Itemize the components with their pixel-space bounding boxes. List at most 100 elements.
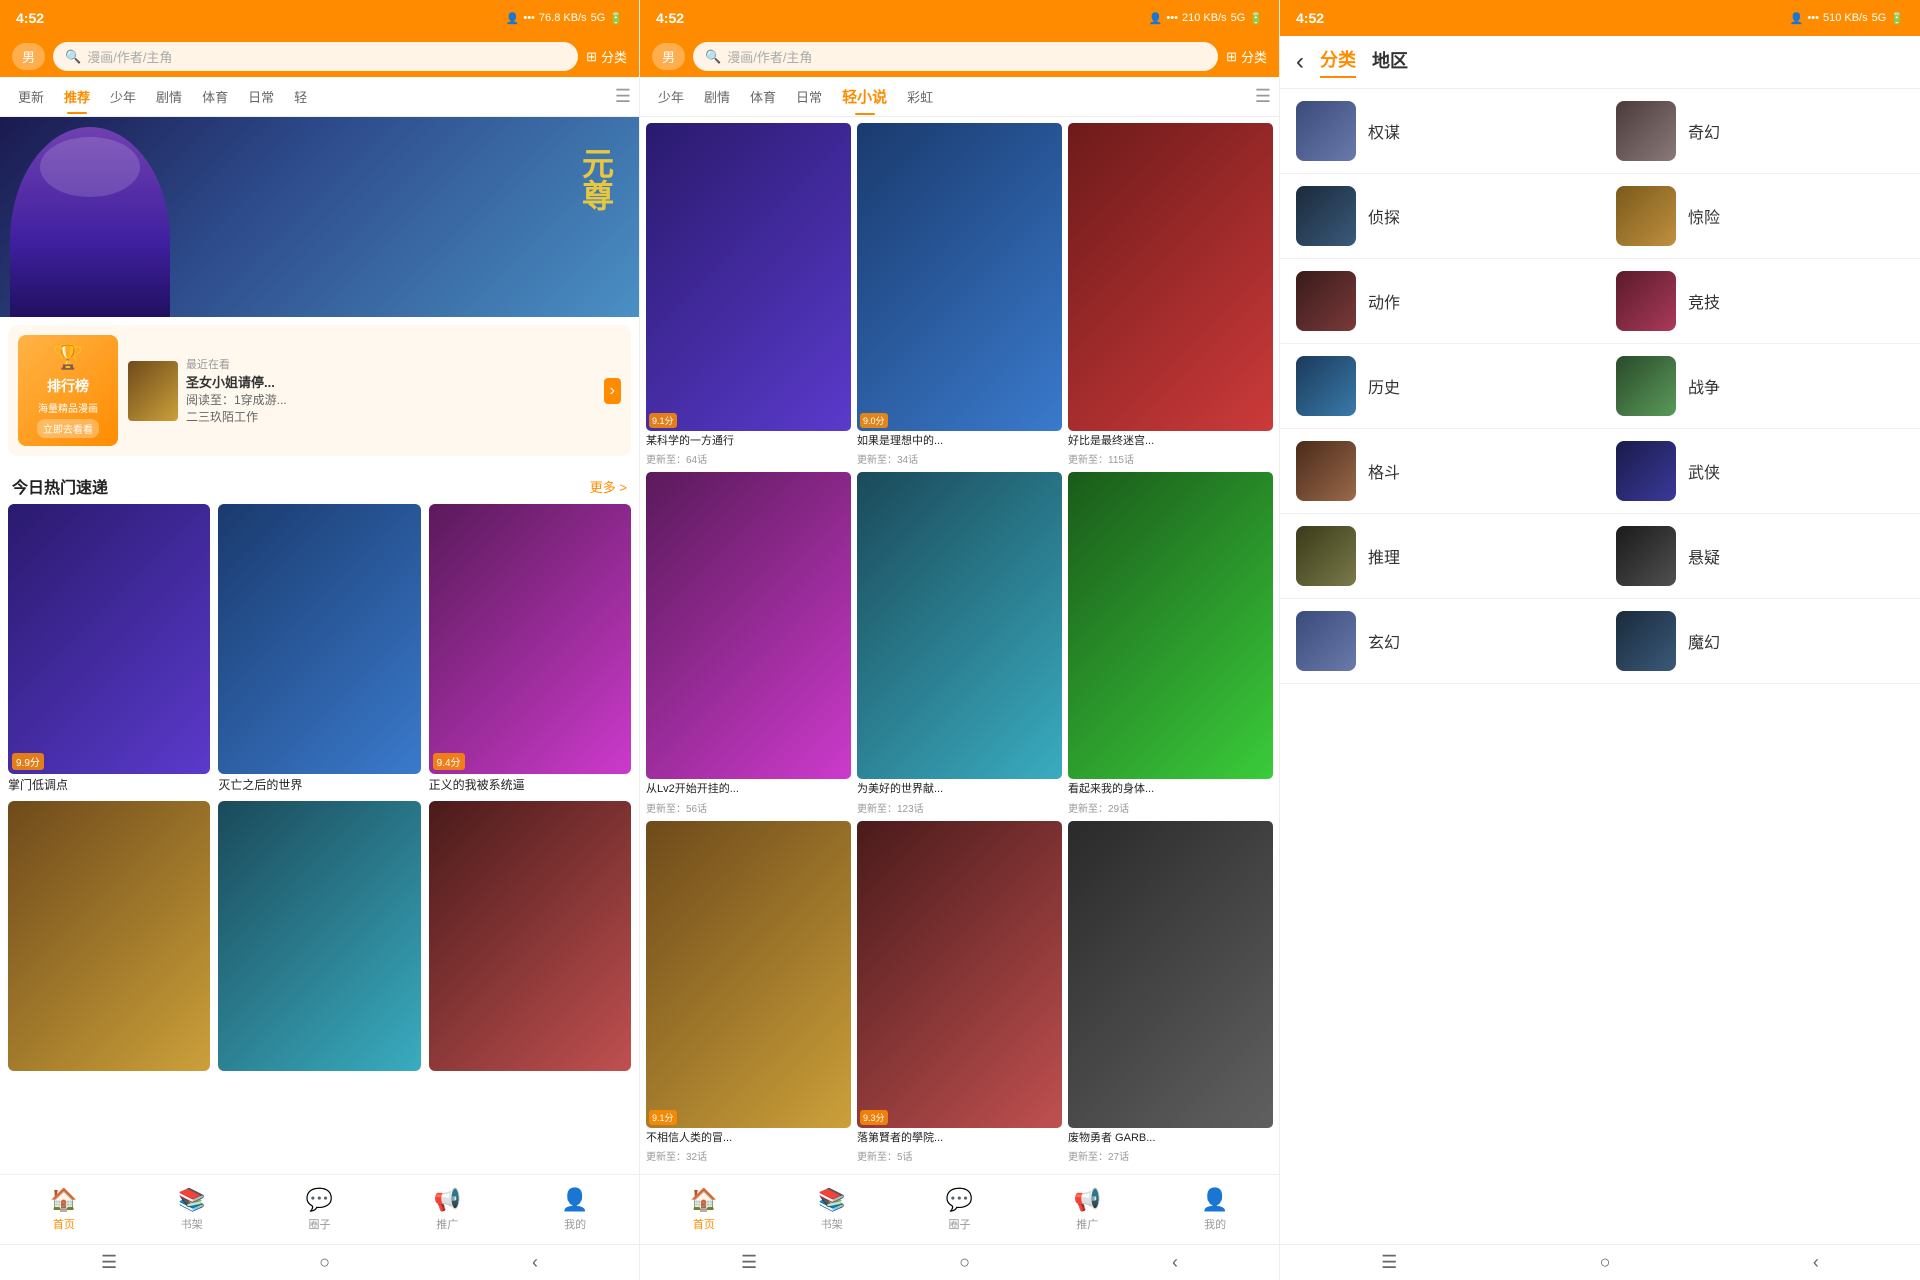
tab-drama[interactable]: 剧情: [146, 79, 192, 114]
cat-item-8[interactable]: 格斗: [1280, 429, 1600, 514]
ml-card-6[interactable]: 9.1分 不相信人类的冒... 更新至：32话: [646, 821, 851, 1164]
cat-item-7[interactable]: 战争: [1600, 344, 1920, 429]
cat-item-9[interactable]: 武侠: [1600, 429, 1920, 514]
tab-daily[interactable]: 日常: [238, 79, 284, 114]
tab-youth[interactable]: 少年: [100, 79, 146, 114]
recent-info-1: 最近在看 圣女小姐请停... 阅读至：1穿成游... 二三玖陌工作: [186, 356, 596, 425]
cat-item-6[interactable]: 历史: [1280, 344, 1600, 429]
tab2-light-novel[interactable]: 轻小说: [832, 78, 897, 115]
search-icon-1: 🔍: [65, 49, 81, 65]
cat-label-5: 竞技: [1688, 289, 1720, 313]
nav-more-icon-1[interactable]: ☰: [615, 86, 631, 107]
cat-label-10: 推理: [1368, 544, 1400, 568]
gender-button-1[interactable]: 男: [12, 43, 45, 70]
nav-promo-1[interactable]: 📢 推广: [434, 1187, 461, 1232]
ml-title-0: 某科学的一方通行: [646, 434, 851, 448]
sys-menu-3[interactable]: ☰: [1381, 1252, 1397, 1273]
avatar-icon-3: 👤: [1790, 12, 1804, 25]
manga-card-2[interactable]: 9.4分 正义的我被系统逼: [429, 504, 631, 793]
tab-update[interactable]: 更新: [8, 79, 54, 114]
tab2-sports[interactable]: 体育: [740, 79, 786, 114]
ml-card-1[interactable]: 9.0分 如果是理想中的... 更新至：34话: [857, 123, 1062, 466]
nav-profile-label-1: 我的: [564, 1216, 586, 1232]
manga-card-4[interactable]: [218, 801, 420, 1075]
search-bar-1[interactable]: 🔍 漫画/作者/主角: [53, 42, 578, 71]
nav-profile-2[interactable]: 👤 我的: [1201, 1187, 1228, 1232]
cat-item-10[interactable]: 推理: [1280, 514, 1600, 599]
ranking-btn-1[interactable]: 立即去看看: [37, 419, 99, 438]
nav-home-2[interactable]: 🏠 首页: [690, 1187, 717, 1232]
tab2-drama[interactable]: 剧情: [694, 79, 740, 114]
tab-recommend[interactable]: 推荐: [54, 79, 100, 114]
cat-label-11: 悬疑: [1688, 544, 1720, 568]
ml-score-6: 9.1分: [649, 1110, 677, 1125]
ml-card-4[interactable]: 为美好的世界献... 更新至：123话: [857, 472, 1062, 815]
cat-item-2[interactable]: 侦探: [1280, 174, 1600, 259]
ml-thumb-bg-5: [1068, 472, 1273, 780]
nav-bookshelf-1[interactable]: 📚 书架: [178, 1187, 205, 1232]
arrow-badge-1[interactable]: ›: [604, 378, 621, 404]
ml-thumb-6: 9.1分: [646, 821, 851, 1129]
time-2: 4:52: [656, 10, 684, 26]
cat-thumb-11: [1616, 526, 1676, 586]
manga-card-5[interactable]: [429, 801, 631, 1075]
cat-item-4[interactable]: 动作: [1280, 259, 1600, 344]
cat-item-12[interactable]: 玄幻: [1280, 599, 1600, 684]
nav-profile-1[interactable]: 👤 我的: [561, 1187, 588, 1232]
ml-card-7[interactable]: 9.3分 落第賢者的學院... 更新至：5话: [857, 821, 1062, 1164]
cat-item-3[interactable]: 惊险: [1600, 174, 1920, 259]
sys-back-2[interactable]: ‹: [1172, 1252, 1178, 1273]
system-nav-2: ☰ ○ ‹: [640, 1244, 1279, 1280]
ml-thumb-7: 9.3分: [857, 821, 1062, 1129]
cat-item-11[interactable]: 悬疑: [1600, 514, 1920, 599]
nav-circle-1[interactable]: 💬 圈子: [306, 1187, 333, 1232]
manga-card-0[interactable]: 9.9分 掌门低调点: [8, 504, 210, 793]
ml-card-2[interactable]: 好比是最终迷宫... 更新至：115话: [1068, 123, 1273, 466]
sys-home-1[interactable]: ○: [319, 1252, 330, 1273]
ml-thumb-0: 9.1分: [646, 123, 851, 431]
ml-thumb-4: [857, 472, 1062, 780]
ml-card-0[interactable]: 9.1分 某科学的一方通行 更新至：64话: [646, 123, 851, 466]
classify-button-1[interactable]: ⊞ 分类: [586, 47, 627, 66]
tab-category[interactable]: 分类: [1320, 46, 1356, 78]
sys-back-3[interactable]: ‹: [1813, 1252, 1819, 1273]
network-speed-2: 210 KB/s: [1182, 12, 1227, 24]
manga-thumb-bg-3: [8, 801, 210, 1071]
nav-bookshelf-2[interactable]: 📚 书架: [818, 1187, 845, 1232]
nav-home-1[interactable]: 🏠 首页: [50, 1187, 77, 1232]
classify-button-2[interactable]: ⊞ 分类: [1226, 47, 1267, 66]
tab2-daily[interactable]: 日常: [786, 79, 832, 114]
hot-more-1[interactable]: 更多 >: [590, 477, 627, 496]
cat-thumb-12: [1296, 611, 1356, 671]
sys-menu-1[interactable]: ☰: [101, 1252, 117, 1273]
ml-card-8[interactable]: 废物勇者 GARB... 更新至：27话: [1068, 821, 1273, 1164]
ranking-left-1[interactable]: 🏆 排行榜 海量精品漫画 立即去看看: [18, 335, 118, 446]
manga-card-1[interactable]: 灭亡之后的世界: [218, 504, 420, 793]
sys-home-2[interactable]: ○: [959, 1252, 970, 1273]
ml-card-5[interactable]: 看起来我的身体... 更新至：29话: [1068, 472, 1273, 815]
sys-home-3[interactable]: ○: [1600, 1252, 1611, 1273]
cat-item-0[interactable]: 权谋: [1280, 89, 1600, 174]
ml-title-3: 从Lv2开始开挂的...: [646, 782, 851, 796]
tab2-rainbow[interactable]: 彩虹: [897, 79, 943, 114]
cat-item-1[interactable]: 奇幻: [1600, 89, 1920, 174]
cat-item-5[interactable]: 竞技: [1600, 259, 1920, 344]
ml-card-3[interactable]: 从Lv2开始开挂的... 更新至：56话: [646, 472, 851, 815]
manga-list-grid-2: 9.1分 某科学的一方通行 更新至：64话 9.0分 如果是理想中的... 更新…: [640, 117, 1279, 1169]
sys-menu-2[interactable]: ☰: [741, 1252, 757, 1273]
tab-sports[interactable]: 体育: [192, 79, 238, 114]
back-button[interactable]: ‹: [1296, 48, 1304, 76]
tab-region[interactable]: 地区: [1372, 47, 1408, 77]
nav-circle-2[interactable]: 💬 圈子: [946, 1187, 973, 1232]
search-bar-2[interactable]: 🔍 漫画/作者/主角: [693, 42, 1218, 71]
manga-card-3[interactable]: [8, 801, 210, 1075]
nav-promo-2[interactable]: 📢 推广: [1074, 1187, 1101, 1232]
sys-back-1[interactable]: ‹: [532, 1252, 538, 1273]
gender-button-2[interactable]: 男: [652, 43, 685, 70]
tab2-youth[interactable]: 少年: [648, 79, 694, 114]
cat-item-13[interactable]: 魔幻: [1600, 599, 1920, 684]
nav-more-icon-2[interactable]: ☰: [1255, 86, 1271, 107]
tab-light[interactable]: 轻: [284, 79, 317, 114]
cat-label-3: 惊险: [1688, 204, 1720, 228]
cat-thumb-bg-10: [1296, 526, 1356, 586]
